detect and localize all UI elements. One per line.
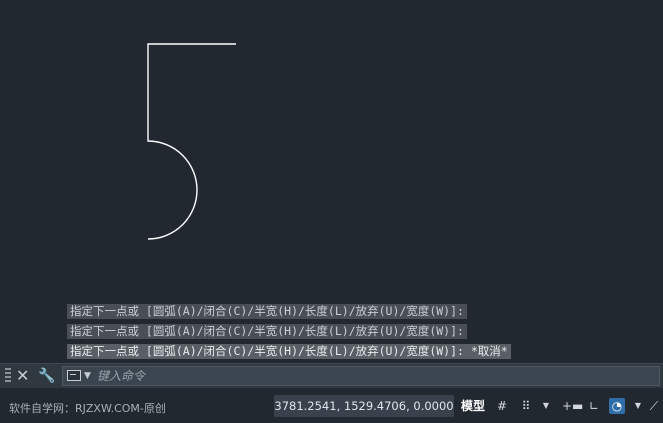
- chevron-down-icon[interactable]: ▼: [84, 368, 91, 384]
- drag-handle-icon[interactable]: [5, 368, 11, 384]
- grid-icon[interactable]: #: [494, 398, 510, 414]
- command-history-line: 指定下一点或 [圆弧(A)/闭合(C)/半宽(H)/长度(L)/放弃(U)/宽度…: [67, 344, 511, 359]
- dynamic-input-icon[interactable]: +▬: [562, 398, 583, 414]
- command-history-line: 指定下一点或 [圆弧(A)/闭合(C)/半宽(H)/长度(L)/放弃(U)/宽度…: [67, 324, 467, 339]
- command-input[interactable]: [97, 367, 647, 385]
- chevron-down-icon[interactable]: ▼: [630, 398, 646, 414]
- close-icon[interactable]: ✕: [16, 366, 29, 386]
- command-line-bar: ✕ 🔧 ▼: [0, 363, 663, 388]
- polyline-five-shape: [147, 43, 236, 240]
- status-bar: 软件自学网：RJZXW.COM-原创 3781.2541, 1529.4706,…: [0, 388, 663, 423]
- wrench-icon[interactable]: 🔧: [38, 367, 55, 385]
- isodraft-icon[interactable]: ⟋: [646, 398, 662, 414]
- model-space-button[interactable]: 模型: [457, 395, 489, 417]
- ortho-icon[interactable]: ∟: [586, 398, 602, 414]
- command-input-field: ▼: [62, 366, 660, 386]
- chevron-down-icon[interactable]: ▼: [538, 398, 554, 414]
- watermark-text: 软件自学网：RJZXW.COM-原创: [9, 402, 166, 415]
- command-prompt-icon[interactable]: [67, 370, 81, 381]
- snap-icon[interactable]: ⠿: [518, 398, 534, 414]
- polar-tracking-icon[interactable]: ◔: [609, 398, 625, 414]
- drawing-canvas[interactable]: 指定下一点或 [圆弧(A)/闭合(C)/半宽(H)/长度(L)/放弃(U)/宽度…: [0, 0, 663, 363]
- coordinate-readout[interactable]: 3781.2541, 1529.4706, 0.0000: [274, 395, 454, 417]
- command-history-line: 指定下一点或 [圆弧(A)/闭合(C)/半宽(H)/长度(L)/放弃(U)/宽度…: [67, 304, 467, 319]
